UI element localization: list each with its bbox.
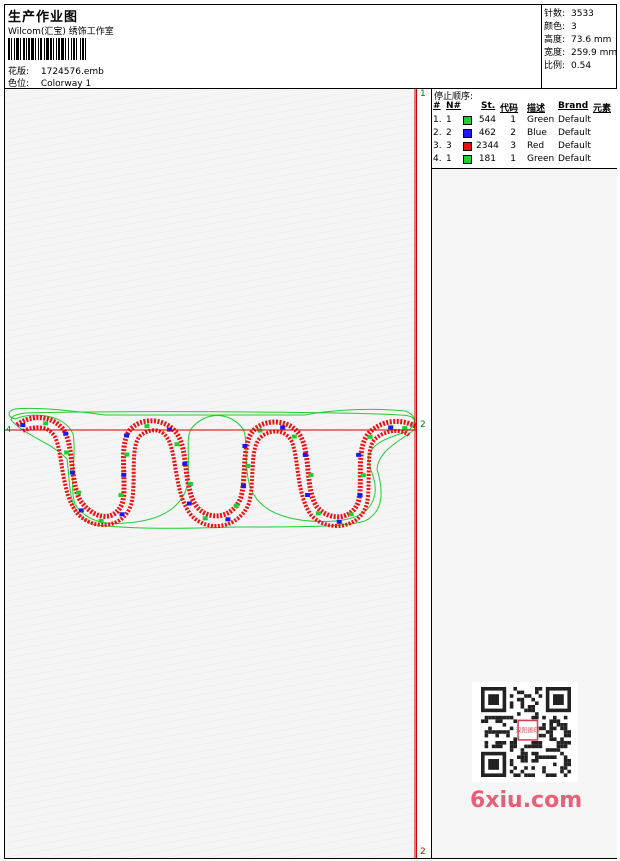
table-row[interactable]: 3. 3 2344 3 Red Default (432, 141, 617, 154)
stat-label: 颜色: (544, 22, 566, 32)
col-num: # (433, 101, 441, 111)
rail-marker-top: 1 (420, 89, 426, 99)
stat-value: 259.9 mm (571, 48, 618, 58)
stat-value: 73.6 mm (571, 35, 612, 45)
cell-desc: Green (527, 115, 555, 125)
stat-scale: 比例: 0.54 (544, 58, 591, 71)
stat-value: 0.54 (571, 61, 592, 71)
cell-stitches: 462 (478, 128, 496, 138)
cell-num: 4. (433, 154, 442, 164)
cell-needle: 2 (446, 128, 452, 138)
colorway-value: Colorway 1 (40, 79, 92, 89)
stat-value: 3533 (571, 9, 594, 19)
cell-code: 3 (510, 141, 516, 151)
cell-brand: Default (558, 115, 591, 125)
stamp-text: 汉阳图印 (516, 726, 540, 734)
cell-num: 1. (433, 115, 442, 125)
table-header: # N# St. 代码 描述 Brand 元素 (432, 101, 617, 114)
colorway-label: 色位: (8, 79, 30, 89)
left-marker: 4 (6, 425, 11, 434)
stat-height: 高度: 73.6 mm (544, 32, 611, 45)
col-element: 元素 (593, 104, 612, 114)
cell-desc: Green (527, 154, 555, 164)
cell-needle: 3 (446, 141, 452, 151)
col-code: 代码 (500, 104, 519, 114)
company-name: Wilcom(汇宝) 绣饰工作室 (8, 27, 114, 37)
cell-num: 2. (433, 128, 442, 138)
color-swatch (463, 155, 472, 164)
site-logo: 6xiu.com (470, 788, 583, 813)
satin-wave-outer (15, 415, 416, 520)
cell-code: 1 (510, 115, 516, 125)
col-desc: 描述 (527, 104, 546, 114)
color-swatch (463, 129, 472, 138)
stats-panel: 针数: 3533 颜色: 3 高度: 73.6 mm 宽度: 259.9 mm 比例: 0… (542, 4, 617, 88)
cell-code: 2 (510, 128, 516, 138)
rail-marker-mid: 2 (420, 420, 426, 430)
table-row[interactable]: 1. 1 544 1 Green Default (432, 115, 617, 128)
cell-stitches: 181 (478, 154, 496, 164)
cell-stitches: 544 (478, 115, 496, 125)
ruler-rail: 1 2 2 (416, 89, 432, 858)
stat-label: 高度: (544, 35, 566, 45)
cell-brand: Default (558, 154, 591, 164)
color-swatch (463, 142, 472, 151)
col-stitches: St. (481, 101, 496, 111)
table-row[interactable]: 2. 2 462 2 Blue Default (432, 128, 617, 141)
col-needle: N# (446, 101, 462, 111)
cell-desc: Red (527, 141, 545, 151)
col-brand: Brand (558, 101, 589, 111)
header-left: 生产作业图 Wilcom(汇宝) 绣饰工作室 花版: 1724576.emb 色… (4, 4, 542, 89)
stop-sequence-table: 停止顺序: # N# St. 代码 描述 Brand 元素 1. 1 544 1 Gre… (432, 89, 617, 169)
qr-code: 汉阳图印 (472, 682, 578, 782)
cell-stitches: 2344 (476, 141, 499, 151)
barcode (8, 38, 86, 60)
cell-desc: Blue (527, 128, 547, 138)
stat-label: 比例: (544, 61, 566, 71)
stat-label: 宽度: (544, 48, 566, 58)
header: 生产作业图 Wilcom(汇宝) 绣饰工作室 花版: 1724576.emb 色… (4, 4, 617, 89)
cell-brand: Default (558, 128, 591, 138)
table-row[interactable]: 4. 1 181 1 Green Default (432, 154, 617, 167)
cell-brand: Default (558, 141, 591, 151)
cell-code: 1 (510, 154, 516, 164)
cell-needle: 1 (446, 154, 452, 164)
stat-stitches: 针数: 3533 (544, 6, 594, 19)
cell-num: 3. (433, 141, 442, 151)
embroidery-design: 4 (5, 89, 416, 858)
cell-needle: 1 (446, 115, 452, 125)
rail-marker-bottom: 2 (420, 847, 426, 857)
colorway-line: 色位: Colorway 1 (8, 76, 91, 89)
stat-colors: 颜色: 3 (544, 19, 577, 32)
page-title: 生产作业图 (8, 10, 79, 25)
stat-label: 针数: (544, 9, 566, 19)
stat-value: 3 (571, 22, 577, 32)
stat-width: 宽度: 259.9 mm (544, 45, 617, 58)
color-swatch (463, 116, 472, 125)
